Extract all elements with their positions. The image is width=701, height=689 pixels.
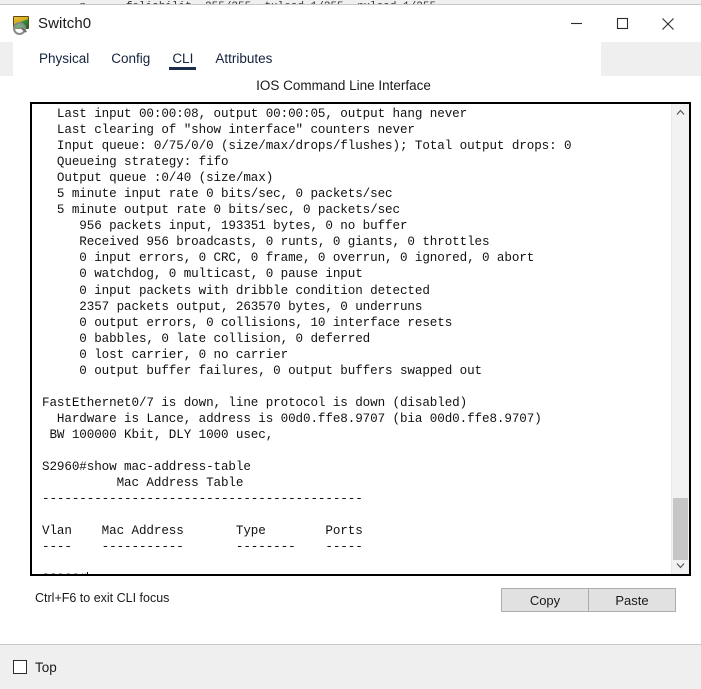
window-title: Switch0 — [38, 15, 92, 32]
top-checkbox[interactable] — [13, 660, 27, 674]
scrollbar-thumb[interactable] — [673, 498, 688, 560]
chevron-up-icon[interactable] — [672, 104, 689, 121]
window-controls — [553, 5, 701, 42]
terminal-text: Last input 00:00:08, output 00:00:05, ou… — [42, 107, 572, 555]
switch-cli-window: p feliabilit. 255/255, txload 1/255, rxl… — [0, 0, 701, 689]
tab-strip: Physical Config CLI Attributes — [0, 42, 701, 76]
minimize-icon[interactable] — [553, 5, 599, 42]
tab-physical[interactable]: Physical — [28, 42, 100, 76]
terminal-container[interactable]: Last input 00:00:08, output 00:00:05, ou… — [30, 102, 691, 576]
window-frame: Switch0 Physical Config CLI Attributes I… — [0, 4, 701, 645]
panel-title: IOS Command Line Interface — [256, 78, 431, 93]
terminal-scrollbar[interactable] — [671, 104, 689, 574]
tab-attributes-label: Attributes — [215, 51, 273, 66]
tab-config[interactable]: Config — [100, 42, 161, 76]
maximize-icon[interactable] — [599, 5, 645, 42]
tab-config-label: Config — [111, 51, 151, 66]
close-icon[interactable] — [645, 5, 691, 42]
terminal-prompt: S2960# — [42, 572, 87, 574]
text-cursor — [86, 572, 88, 574]
tab-attributes[interactable]: Attributes — [204, 42, 283, 76]
terminal-output[interactable]: Last input 00:00:08, output 00:00:05, ou… — [32, 104, 671, 574]
paste-button[interactable]: Paste — [588, 588, 676, 612]
copy-button[interactable]: Copy — [501, 588, 589, 612]
top-checkbox-label: Top — [35, 659, 57, 675]
panel-footer: Ctrl+F6 to exit CLI focus Copy Paste — [13, 588, 688, 613]
title-bar: Switch0 — [0, 5, 701, 42]
switch-magnifier-icon — [12, 15, 30, 35]
bottom-bar: Top — [0, 645, 701, 689]
cli-focus-hint: Ctrl+F6 to exit CLI focus — [35, 591, 170, 605]
chevron-down-icon[interactable] — [672, 557, 689, 574]
tab-cli[interactable]: CLI — [161, 42, 204, 76]
cli-panel: IOS Command Line Interface Last input 00… — [13, 76, 691, 613]
top-checkbox-row[interactable]: Top — [13, 660, 57, 675]
tab-cli-label: CLI — [172, 51, 194, 68]
tab-physical-label: Physical — [39, 51, 90, 66]
